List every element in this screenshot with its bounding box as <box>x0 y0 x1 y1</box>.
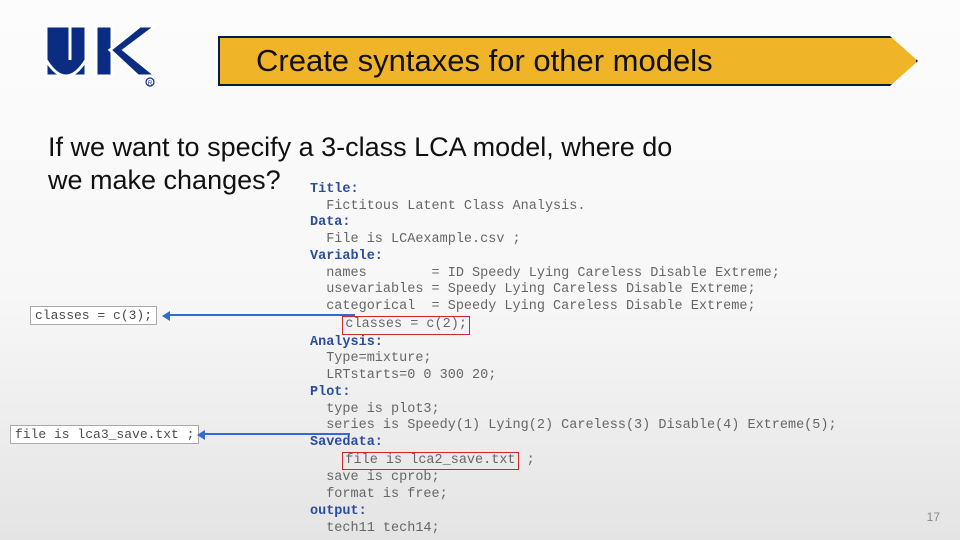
uk-logo: R <box>40 20 160 90</box>
code-section-analysis: Analysis: <box>310 335 940 352</box>
code-line: categorical = Speedy Lying Careless Disa… <box>310 299 940 316</box>
code-section-output: output: <box>310 504 940 521</box>
annotation-classes: classes = c(3); <box>30 306 157 325</box>
code-line: names = ID Speedy Lying Careless Disable… <box>310 266 940 283</box>
code-line: tech11 tech14; <box>310 521 940 538</box>
code-section-plot: Plot: <box>310 385 940 402</box>
highlight-file: file is lca2_save.txt <box>342 452 518 471</box>
arrow-icon <box>165 314 355 316</box>
code-line-classes: classes = c(2); <box>310 316 940 335</box>
code-line: save is cprob; <box>310 470 940 487</box>
code-section-data: Data: <box>310 215 940 232</box>
annotation-file: file is lca3_save.txt ; <box>10 425 199 444</box>
code-line: type is plot3; <box>310 402 940 419</box>
page-number: 17 <box>927 510 940 524</box>
slide-title: Create syntaxes for other models <box>256 43 713 79</box>
code-section-title: Title: <box>310 182 940 199</box>
uk-logo-icon: R <box>40 20 160 90</box>
code-listing: Title: Fictitous Latent Class Analysis. … <box>310 182 940 537</box>
code-line: LRTstarts=0 0 300 20; <box>310 368 940 385</box>
arrow-icon <box>200 433 350 435</box>
code-line: File is LCAexample.csv ; <box>310 232 940 249</box>
code-line-file: file is lca2_save.txt ; <box>310 452 940 471</box>
code-line: series is Speedy(1) Lying(2) Careless(3)… <box>310 418 940 435</box>
code-line: usevariables = Speedy Lying Careless Dis… <box>310 282 940 299</box>
svg-text:R: R <box>148 81 153 87</box>
highlight-classes: classes = c(2); <box>342 316 470 335</box>
title-banner: Create syntaxes for other models <box>218 36 918 86</box>
code-line: Type=mixture; <box>310 351 940 368</box>
code-line: Fictitous Latent Class Analysis. <box>310 199 940 216</box>
code-section-variable: Variable: <box>310 249 940 266</box>
code-line: format is free; <box>310 487 940 504</box>
code-section-savedata: Savedata: <box>310 435 940 452</box>
